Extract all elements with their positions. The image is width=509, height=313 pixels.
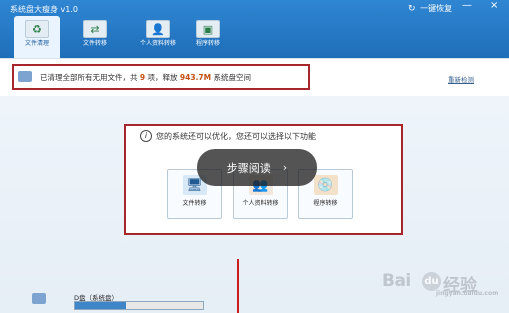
tab-label: 文件清理	[24, 40, 49, 47]
status-prefix: 已清理全部所有无用文件，共	[40, 73, 138, 82]
feature-label: 文件转移	[182, 200, 207, 207]
status-highlight-frame: 已清理全部所有无用文件，共 9 项，释放 943.7M 系统盘空间	[12, 64, 310, 90]
cleanup-status-bar: 已清理全部所有无用文件，共 9 项，释放 943.7M 系统盘空间 重新检测	[0, 58, 509, 97]
disk-usage-fill	[75, 302, 127, 309]
cleaned-count: 9	[139, 73, 146, 82]
chevron-right-icon: ›	[282, 161, 288, 174]
watermark-text: Bai	[382, 271, 411, 291]
rescan-link[interactable]: 重新检测	[448, 74, 474, 84]
disk-usage-bar	[74, 301, 204, 310]
freed-size: 943.7M	[179, 73, 212, 82]
title-bar: 系统盘大瘦身 v1.0 ↻ 一键恢复 — × ♻ 文件清理 ⇄ 文件转移 👤 个…	[0, 0, 509, 58]
app-title: 系统盘大瘦身 v1.0	[10, 5, 78, 14]
one-click-restore-button[interactable]: ↻ 一键恢复	[408, 3, 452, 14]
disc-icon: 💿	[313, 175, 338, 195]
restore-icon: ↻	[408, 4, 416, 14]
status-suffix: 系统盘空间	[213, 73, 251, 82]
cleanup-status-text: 已清理全部所有无用文件，共 9 项，释放 943.7M 系统盘空间	[40, 72, 251, 83]
tab-personal-data-transfer[interactable]: 👤 个人资料转移	[127, 16, 189, 58]
optimization-heading: i 您的系统还可以优化，您还可以选择以下功能	[140, 130, 316, 142]
minimize-button[interactable]: —	[462, 1, 472, 11]
tab-program-transfer[interactable]: ▣ 程序转移	[185, 16, 231, 58]
file-transfer-icon: ⇄	[83, 20, 107, 38]
watermark-url: jingyan.baidu.com	[436, 290, 499, 297]
tab-file-cleanup[interactable]: ♻ 文件清理	[14, 16, 60, 58]
status-mid: 项，释放	[147, 73, 178, 82]
restore-label: 一键恢复	[420, 4, 453, 13]
tab-label: 程序转移	[195, 40, 220, 47]
feature-label: 个人资料转移	[242, 200, 279, 207]
drive-icon	[32, 293, 46, 304]
disk-usage-row: D盘（系统盘）	[32, 291, 262, 313]
info-icon: i	[140, 130, 152, 142]
close-button[interactable]: ×	[490, 1, 498, 11]
user-icon: 👤	[146, 20, 170, 38]
folder-icon	[18, 71, 32, 82]
optimization-heading-text: 您的系统还可以优化，您还可以选择以下功能	[156, 131, 316, 141]
feature-label: 程序转移	[313, 200, 338, 207]
tab-label: 个人资料转移	[139, 40, 176, 47]
tab-label: 文件转移	[82, 40, 107, 47]
step-reading-overlay-button[interactable]: 步骤阅读 ›	[197, 149, 317, 186]
program-icon: ▣	[196, 20, 220, 38]
tab-file-transfer[interactable]: ⇄ 文件转移	[72, 16, 118, 58]
recycle-icon: ♻	[25, 20, 49, 38]
baidu-watermark: Bai du 经验 jingyan.baidu.com	[382, 258, 500, 298]
step-reading-label: 步骤阅读	[226, 161, 271, 175]
paw-icon: du	[422, 272, 441, 291]
